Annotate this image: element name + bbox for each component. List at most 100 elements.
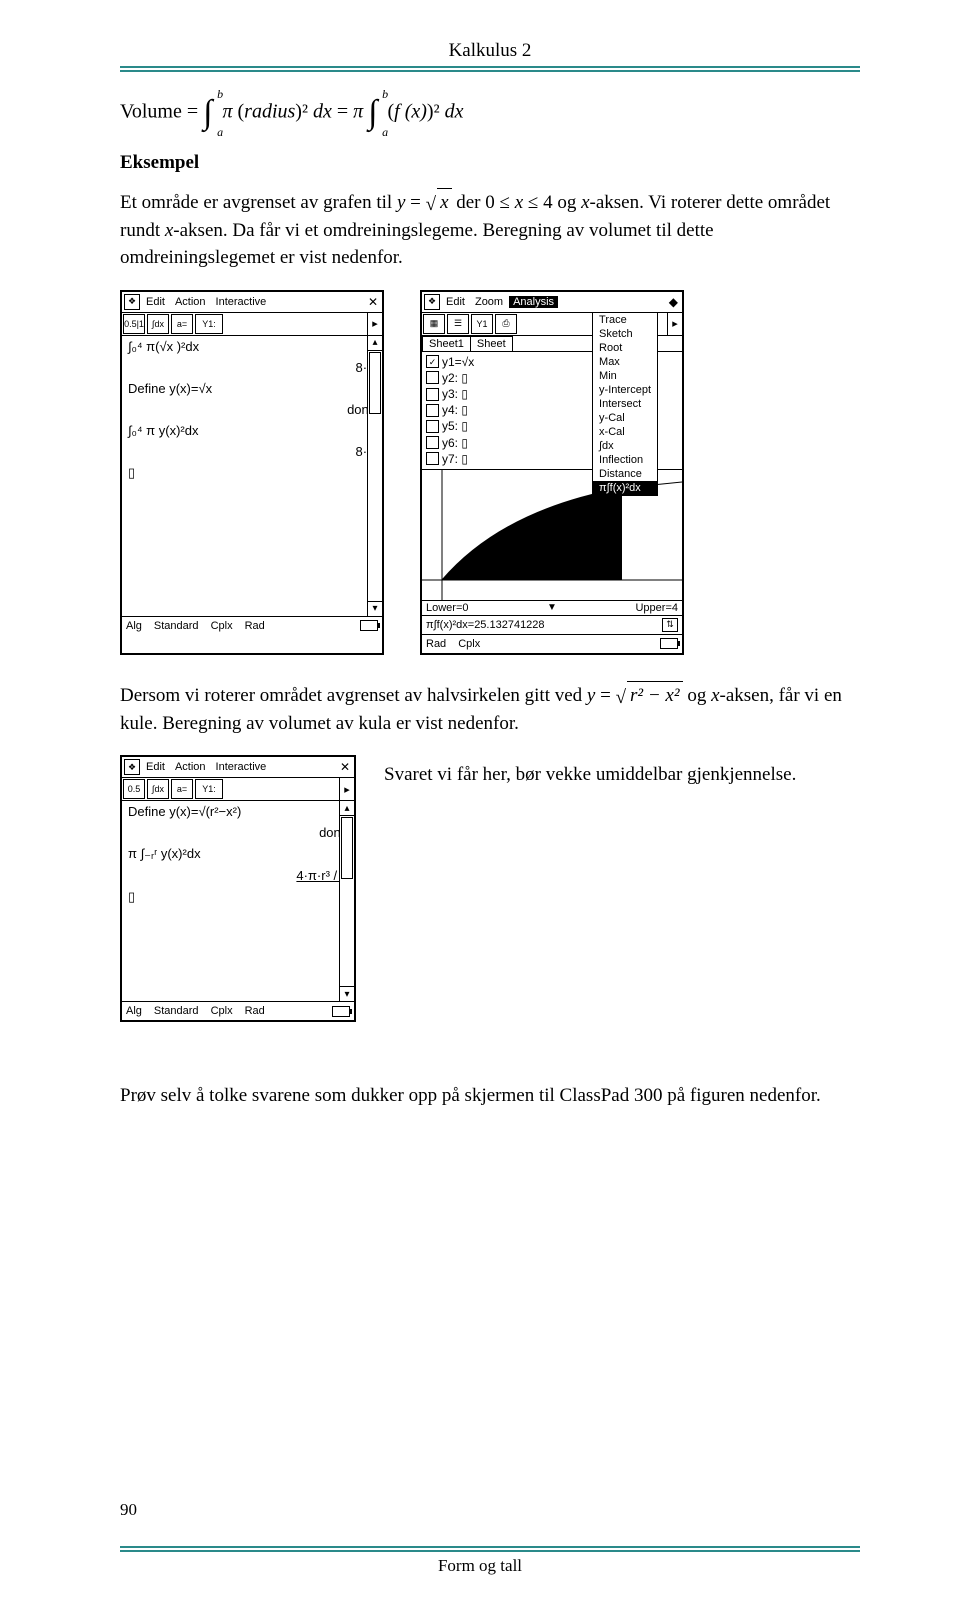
system-menu-icon[interactable]: ❖ <box>424 294 440 310</box>
dropdown-item[interactable]: π∫f(x)²dx <box>593 481 657 495</box>
dropdown-item[interactable]: Max <box>593 355 657 369</box>
status-angle: Rad <box>245 620 265 632</box>
checkbox-icon[interactable] <box>426 420 439 433</box>
dropdown-item[interactable]: x-Cal <box>593 425 657 439</box>
paragraph-1: Et område er avgrenset av grafen til y =… <box>120 188 860 272</box>
tool-button[interactable]: 0.5 <box>123 779 145 799</box>
dropdown-item[interactable]: Distance <box>593 467 657 481</box>
cas-line: ▯ <box>122 886 354 908</box>
dropdown-item[interactable]: Root <box>593 341 657 355</box>
scrollbar[interactable]: ▴ ▾ <box>339 801 354 1001</box>
status-format: Standard <box>154 1005 199 1017</box>
cas-line: Define y(x)=√(r²−x²) <box>122 801 354 822</box>
toolbar-scroll-icon[interactable]: ▸ <box>339 778 354 800</box>
tab-sheet2[interactable]: Sheet <box>470 336 513 351</box>
integral-symbol: ∫ b a <box>203 96 212 130</box>
cas-line: done <box>122 399 382 420</box>
menu-action[interactable]: Action <box>171 296 210 308</box>
tool-button[interactable]: ∫dx <box>147 314 169 334</box>
header-rule <box>120 70 860 72</box>
cas-line: Define y(x)=√x <box>122 378 382 399</box>
status-bar: Rad Cplx <box>422 634 682 653</box>
radical-icon: √ <box>426 191 436 219</box>
tool-button[interactable]: Y1 <box>471 314 493 334</box>
classpad-graph-window: ❖ Edit Zoom Analysis ◆ Trace Sketch Root… <box>420 290 684 655</box>
toolbar-scroll-icon[interactable]: ▸ <box>667 313 682 335</box>
tool-button[interactable]: 0.5|1 <box>123 314 145 334</box>
menu-interactive[interactable]: Interactive <box>212 296 271 308</box>
lower-bound: Lower=0 <box>426 602 469 614</box>
system-menu-icon[interactable]: ❖ <box>124 294 140 310</box>
graph-result: π∫f(x)²dx=25.132741228 ⇅ <box>422 615 682 634</box>
tool-button[interactable]: ⎙ <box>495 314 517 334</box>
dropdown-item[interactable]: y-Cal <box>593 411 657 425</box>
menu-edit[interactable]: Edit <box>442 296 469 308</box>
status-angle: Rad <box>245 1005 265 1017</box>
battery-icon <box>332 1006 350 1017</box>
footer-rule <box>120 1546 860 1548</box>
scrollbar[interactable]: ▴ ▾ <box>367 336 382 616</box>
checkbox-icon[interactable] <box>426 404 439 417</box>
analysis-dropdown: Trace Sketch Root Max Min y-Intercept In… <box>592 312 658 496</box>
system-menu-icon[interactable]: ❖ <box>124 759 140 775</box>
dropdown-item[interactable]: ∫dx <box>593 439 657 453</box>
page-header: Kalkulus 2 <box>120 40 860 62</box>
formula-lhs: Volume <box>120 101 182 123</box>
dropdown-item[interactable]: Inflection <box>593 453 657 467</box>
menubar: ❖ Edit Action Interactive ✕ <box>122 757 354 778</box>
close-menu-icon[interactable]: ✕ <box>340 760 352 774</box>
toolbar-scroll-icon[interactable]: ▸ <box>367 313 382 335</box>
header-rule <box>120 66 860 68</box>
cas-line: π ∫₋ᵣʳ y(x)²dx <box>122 843 354 865</box>
status-mode: Alg <box>126 1005 142 1017</box>
tool-button[interactable]: a= <box>171 314 193 334</box>
cas-line: ∫₀⁴ π y(x)²dx <box>122 420 382 441</box>
scroll-down-icon[interactable]: ▾ <box>368 601 382 616</box>
cas-line: 8·π <box>122 357 382 378</box>
menu-analysis[interactable]: Analysis <box>509 296 558 308</box>
battery-icon <box>660 638 678 649</box>
scroll-down-icon[interactable]: ▾ <box>340 986 354 1001</box>
menubar: ❖ Edit Action Interactive ✕ <box>122 292 382 313</box>
footer-text: Form og tall <box>0 1556 960 1576</box>
status-number: Cplx <box>211 1005 233 1017</box>
close-menu-icon[interactable]: ✕ <box>368 295 380 309</box>
dropdown-item[interactable]: Intersect <box>593 397 657 411</box>
tool-button[interactable]: a= <box>171 779 193 799</box>
status-angle: Rad <box>426 638 446 650</box>
tool-button[interactable]: ∫dx <box>147 779 169 799</box>
scroll-up-icon[interactable]: ▴ <box>340 801 354 816</box>
dropdown-item[interactable]: Sketch <box>593 327 657 341</box>
integral-symbol: ∫ b a <box>368 96 377 130</box>
scroll-up-icon[interactable]: ▴ <box>368 336 382 351</box>
checkbox-icon[interactable] <box>426 371 439 384</box>
dropdown-item[interactable]: Min <box>593 369 657 383</box>
dropdown-item[interactable]: y-Intercept <box>593 383 657 397</box>
tool-button[interactable]: Y1: <box>195 314 223 334</box>
tool-button[interactable]: ☰ <box>447 314 469 334</box>
checkbox-icon[interactable] <box>426 452 439 465</box>
tab-sheet1[interactable]: Sheet1 <box>422 336 471 351</box>
paragraph-3: Prøv selv å tolke svarene som dukker opp… <box>120 1082 860 1110</box>
menubar: ❖ Edit Zoom Analysis ◆ <box>422 292 682 313</box>
result-indicator-icon: ⇅ <box>662 618 678 632</box>
menu-interactive[interactable]: Interactive <box>212 761 271 773</box>
tool-button[interactable]: Y1: <box>195 779 223 799</box>
cas-line: done <box>122 822 354 843</box>
checkbox-icon[interactable] <box>426 388 439 401</box>
menu-edit[interactable]: Edit <box>142 761 169 773</box>
checkbox-icon[interactable]: ✓ <box>426 355 439 368</box>
menu-edit[interactable]: Edit <box>142 296 169 308</box>
scroll-thumb[interactable] <box>341 817 353 879</box>
example-heading: Eksempel <box>120 152 860 174</box>
scroll-thumb[interactable] <box>369 352 381 414</box>
dropdown-item[interactable]: Trace <box>593 313 657 327</box>
page-number: 90 <box>120 1500 137 1520</box>
tool-button[interactable]: ▦ <box>423 314 445 334</box>
menu-diamond-icon[interactable]: ◆ <box>669 295 680 309</box>
menu-zoom[interactable]: Zoom <box>471 296 507 308</box>
menu-action[interactable]: Action <box>171 761 210 773</box>
marker-icon: ▼ <box>547 602 557 614</box>
status-bar: Alg Standard Cplx Rad <box>122 1001 354 1020</box>
checkbox-icon[interactable] <box>426 436 439 449</box>
